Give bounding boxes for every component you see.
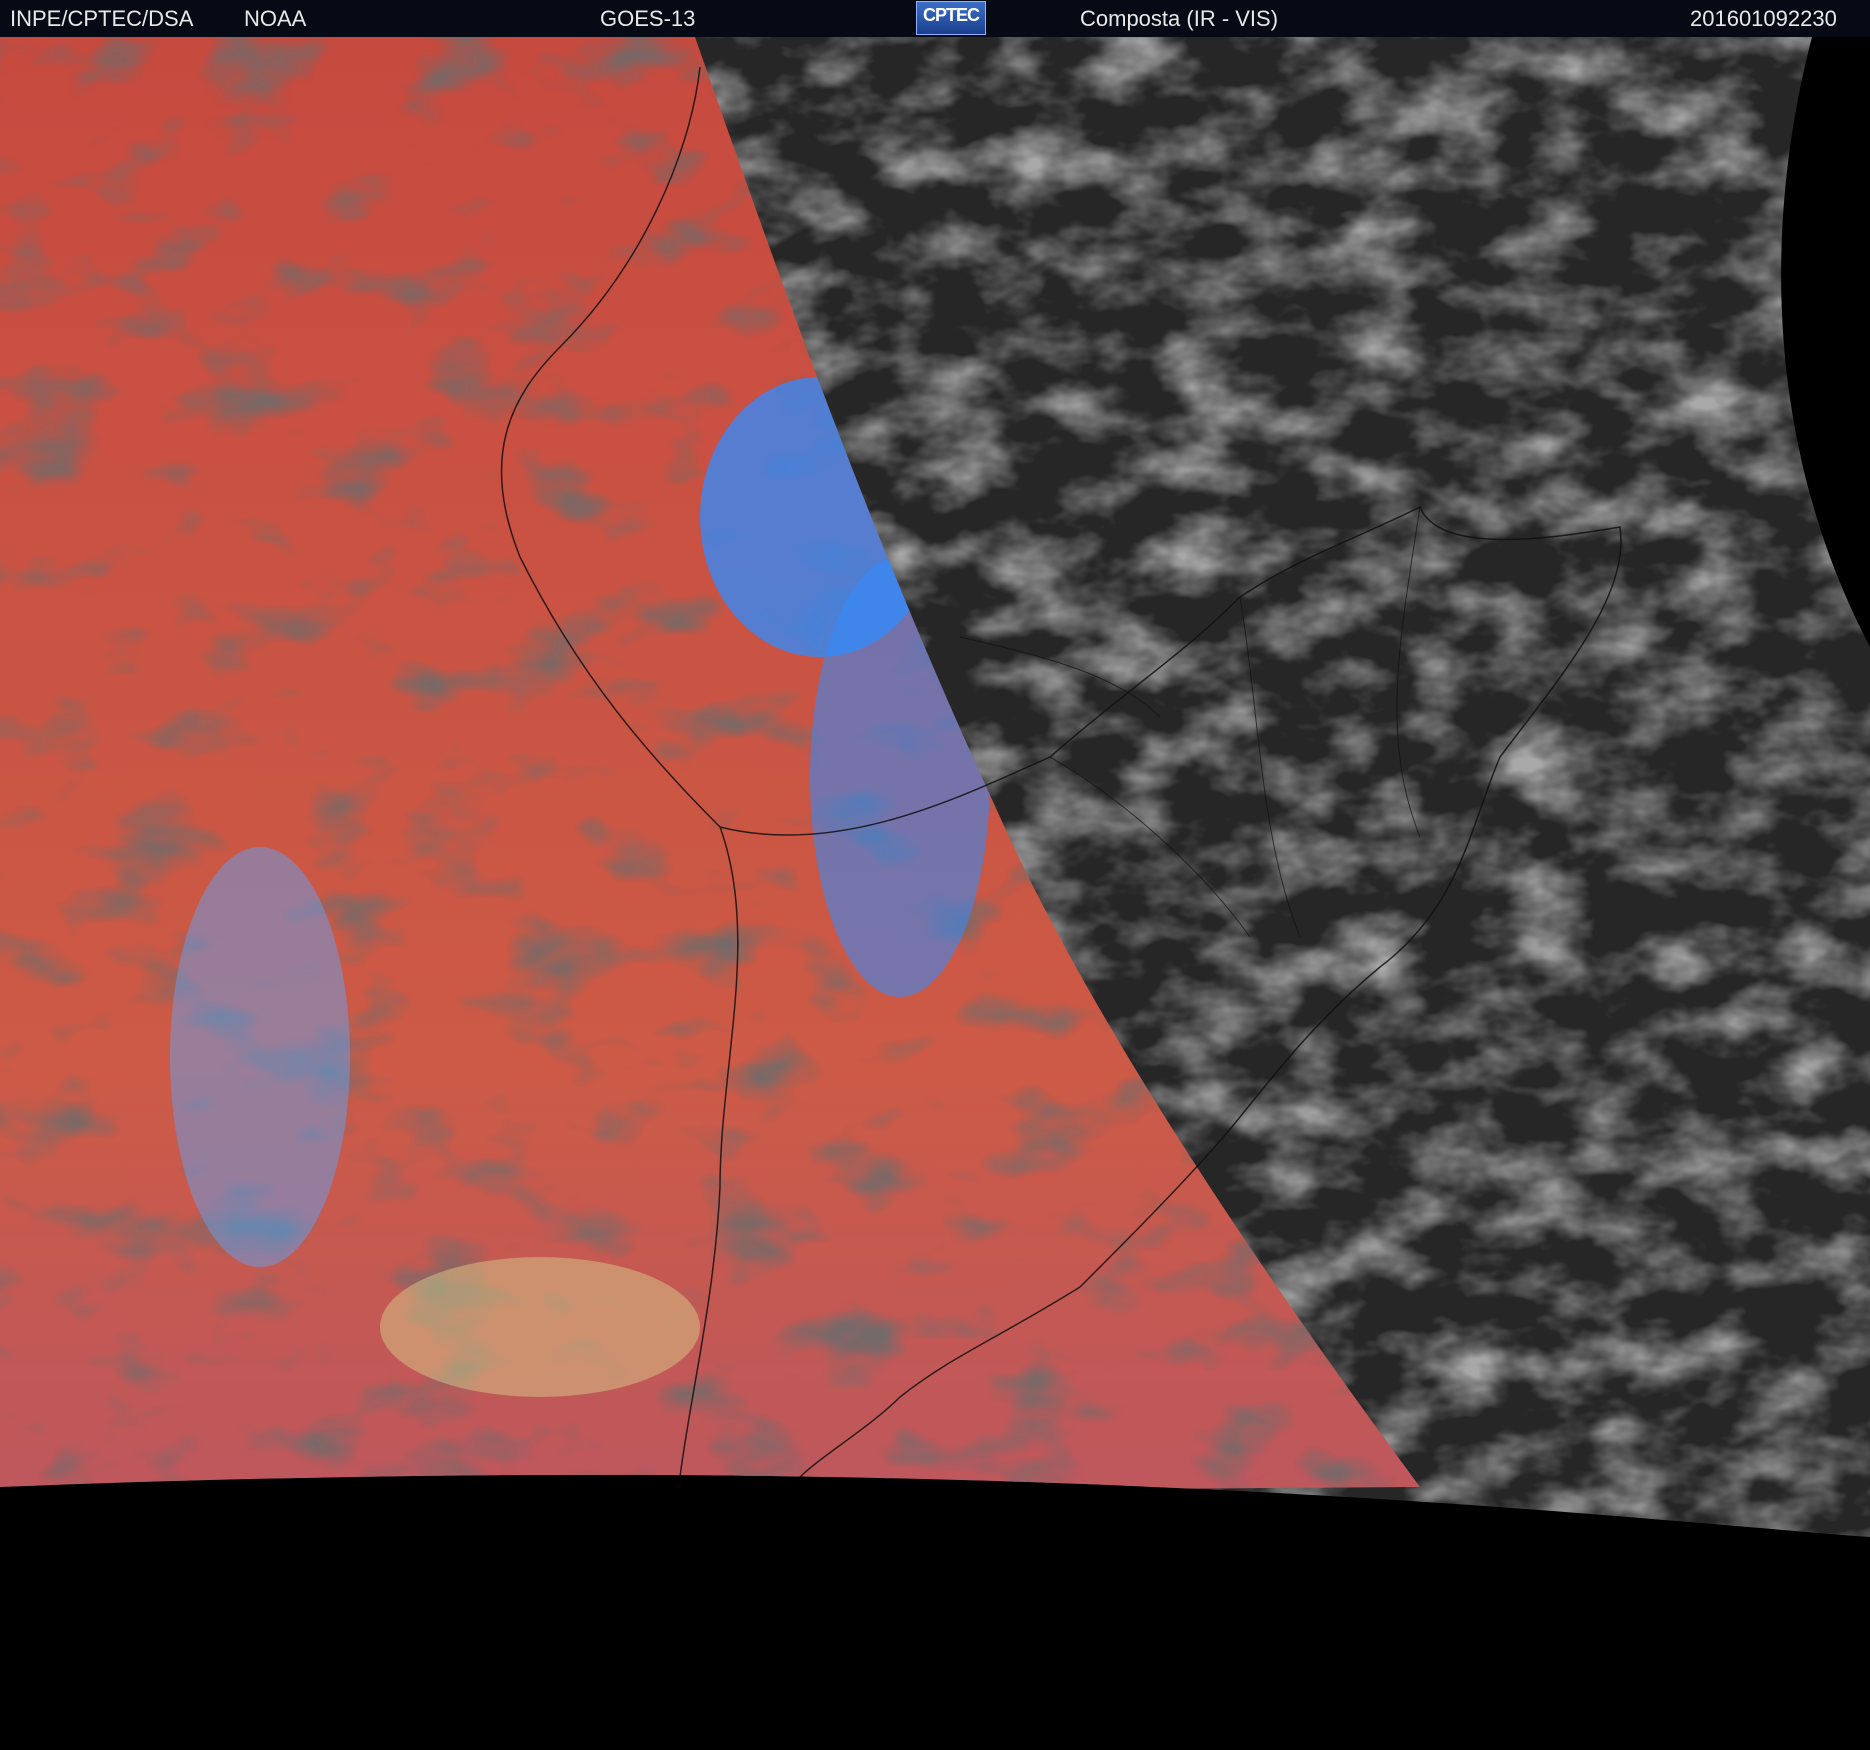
cptec-logo: CPTEC — [916, 1, 986, 35]
timestamp-label: 201601092230 — [1690, 6, 1837, 31]
satellite-image — [0, 37, 1870, 1537]
agency-label: INPE/CPTEC/DSA — [10, 6, 194, 31]
partner-label: NOAA — [244, 6, 307, 31]
warm-cloud-area — [380, 1257, 700, 1397]
satellite-label: GOES-13 — [600, 6, 696, 31]
product-label: Composta (IR - VIS) — [1080, 6, 1279, 31]
earth-disk — [0, 37, 1870, 1537]
header-bar: INPE/CPTEC/DSA NOAA GOES-13 CPTEC Compos… — [0, 0, 1870, 37]
cold-cloud-swirl — [170, 847, 350, 1267]
